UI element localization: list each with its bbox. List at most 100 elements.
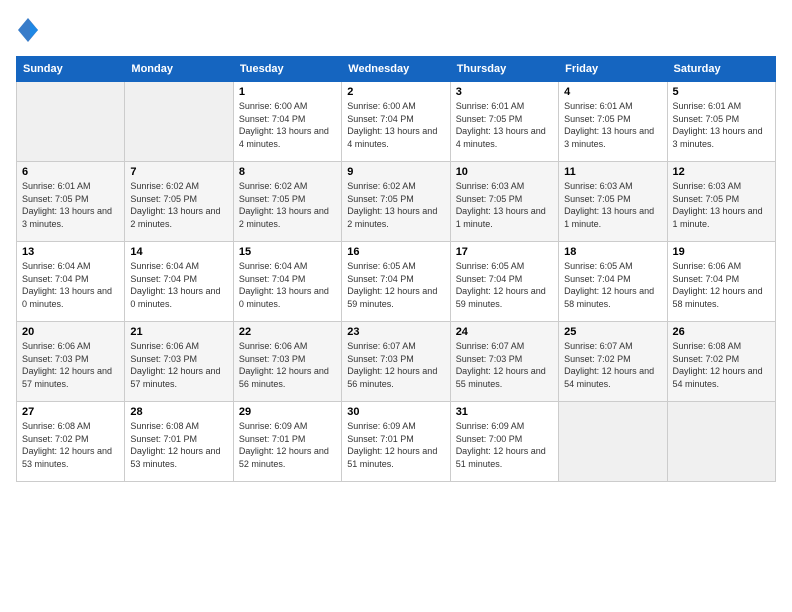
day-info: Sunrise: 6:09 AMSunset: 7:01 PMDaylight:… bbox=[239, 420, 336, 470]
weekday-header-saturday: Saturday bbox=[667, 57, 775, 82]
day-info: Sunrise: 6:01 AMSunset: 7:05 PMDaylight:… bbox=[564, 100, 661, 150]
day-number: 10 bbox=[456, 166, 553, 178]
calendar-cell: 4 Sunrise: 6:01 AMSunset: 7:05 PMDaylight… bbox=[559, 82, 667, 162]
calendar-cell: 5 Sunrise: 6:01 AMSunset: 7:05 PMDaylight… bbox=[667, 82, 775, 162]
day-info: Sunrise: 6:08 AMSunset: 7:02 PMDaylight:… bbox=[22, 420, 119, 470]
day-number: 4 bbox=[564, 86, 661, 98]
calendar-cell: 9Sunrise: 6:02 AMSunset: 7:05 PMDaylight… bbox=[342, 162, 450, 242]
day-info: Sunrise: 6:08 AMSunset: 7:02 PMDaylight:… bbox=[673, 340, 770, 390]
day-number: 24 bbox=[456, 326, 553, 338]
calendar-cell: 3Sunrise: 6:01 AMSunset: 7:05 PMDaylight… bbox=[450, 82, 558, 162]
day-number: 14 bbox=[130, 246, 227, 258]
day-info: Sunrise: 6:04 AMSunset: 7:04 PMDaylight:… bbox=[22, 260, 119, 310]
calendar-cell: 15 Sunrise: 6:04 AMSunset: 7:04 PMDayligh… bbox=[233, 242, 341, 322]
calendar-cell bbox=[667, 402, 775, 482]
weekday-header-wednesday: Wednesday bbox=[342, 57, 450, 82]
calendar-cell: 11Sunrise: 6:03 AMSunset: 7:05 PMDayligh… bbox=[559, 162, 667, 242]
day-info: Sunrise: 6:02 AMSunset: 7:05 PMDaylight:… bbox=[347, 180, 444, 230]
day-number: 11 bbox=[564, 166, 661, 178]
calendar-week-1: 1 Sunrise: 6:00 AMSunset: 7:04 PMDaylight… bbox=[17, 82, 776, 162]
calendar-cell: 18 Sunrise: 6:05 AMSunset: 7:04 PMDayligh… bbox=[559, 242, 667, 322]
day-number: 13 bbox=[22, 246, 119, 258]
calendar-cell: 23 Sunrise: 6:07 AMSunset: 7:03 PMDayligh… bbox=[342, 322, 450, 402]
calendar-cell bbox=[559, 402, 667, 482]
day-number: 2 bbox=[347, 86, 444, 98]
calendar-cell: 27 Sunrise: 6:08 AMSunset: 7:02 PMDayligh… bbox=[17, 402, 125, 482]
calendar-cell: 2 Sunrise: 6:00 AMSunset: 7:04 PMDaylight… bbox=[342, 82, 450, 162]
calendar-cell bbox=[17, 82, 125, 162]
calendar-cell: 1Sunrise: 6:00 AMSunset: 7:04 PMDaylight… bbox=[233, 82, 341, 162]
calendar-cell: 31 Sunrise: 6:09 AMSunset: 7:00 PMDayligh… bbox=[450, 402, 558, 482]
day-number: 7 bbox=[130, 166, 227, 178]
calendar-week-3: 13 Sunrise: 6:04 AMSunset: 7:04 PMDayligh… bbox=[17, 242, 776, 322]
day-number: 22 bbox=[239, 326, 336, 338]
day-info: Sunrise: 6:09 AMSunset: 7:01 PMDaylight:… bbox=[347, 420, 444, 470]
calendar-cell: 28 Sunrise: 6:08 AMSunset: 7:01 PMDayligh… bbox=[125, 402, 233, 482]
day-number: 25 bbox=[564, 326, 661, 338]
day-info: Sunrise: 6:05 AMSunset: 7:04 PMDaylight:… bbox=[564, 260, 661, 310]
calendar-cell: 12 Sunrise: 6:03 AMSunset: 7:05 PMDayligh… bbox=[667, 162, 775, 242]
day-info: Sunrise: 6:05 AMSunset: 7:04 PMDaylight:… bbox=[347, 260, 444, 310]
calendar-header: SundayMondayTuesdayWednesdayThursdayFrid… bbox=[17, 57, 776, 82]
day-info: Sunrise: 6:04 AMSunset: 7:04 PMDaylight:… bbox=[130, 260, 227, 310]
day-info: Sunrise: 6:03 AMSunset: 7:05 PMDaylight:… bbox=[673, 180, 770, 230]
day-info: Sunrise: 6:09 AMSunset: 7:00 PMDaylight:… bbox=[456, 420, 553, 470]
day-number: 3 bbox=[456, 86, 553, 98]
calendar-cell: 29 Sunrise: 6:09 AMSunset: 7:01 PMDayligh… bbox=[233, 402, 341, 482]
day-number: 12 bbox=[673, 166, 770, 178]
logo-icon bbox=[16, 16, 40, 44]
calendar-cell: 14 Sunrise: 6:04 AMSunset: 7:04 PMDayligh… bbox=[125, 242, 233, 322]
calendar-cell: 24Sunrise: 6:07 AMSunset: 7:03 PMDayligh… bbox=[450, 322, 558, 402]
weekday-header-monday: Monday bbox=[125, 57, 233, 82]
day-info: Sunrise: 6:08 AMSunset: 7:01 PMDaylight:… bbox=[130, 420, 227, 470]
day-number: 27 bbox=[22, 406, 119, 418]
day-number: 8 bbox=[239, 166, 336, 178]
day-number: 5 bbox=[673, 86, 770, 98]
day-number: 26 bbox=[673, 326, 770, 338]
calendar-cell: 30 Sunrise: 6:09 AMSunset: 7:01 PMDayligh… bbox=[342, 402, 450, 482]
day-number: 15 bbox=[239, 246, 336, 258]
calendar-cell: 8 Sunrise: 6:02 AMSunset: 7:05 PMDaylight… bbox=[233, 162, 341, 242]
day-info: Sunrise: 6:06 AMSunset: 7:03 PMDaylight:… bbox=[22, 340, 119, 390]
day-number: 30 bbox=[347, 406, 444, 418]
day-info: Sunrise: 6:05 AMSunset: 7:04 PMDaylight:… bbox=[456, 260, 553, 310]
day-number: 19 bbox=[673, 246, 770, 258]
calendar-cell: 22 Sunrise: 6:06 AMSunset: 7:03 PMDayligh… bbox=[233, 322, 341, 402]
day-info: Sunrise: 6:06 AMSunset: 7:04 PMDaylight:… bbox=[673, 260, 770, 310]
calendar-cell: 16 Sunrise: 6:05 AMSunset: 7:04 PMDayligh… bbox=[342, 242, 450, 322]
calendar-cell: 10 Sunrise: 6:03 AMSunset: 7:05 PMDayligh… bbox=[450, 162, 558, 242]
day-number: 20 bbox=[22, 326, 119, 338]
day-number: 21 bbox=[130, 326, 227, 338]
day-number: 23 bbox=[347, 326, 444, 338]
day-number: 16 bbox=[347, 246, 444, 258]
calendar-cell: 17Sunrise: 6:05 AMSunset: 7:04 PMDayligh… bbox=[450, 242, 558, 322]
calendar-cell: 6Sunrise: 6:01 AMSunset: 7:05 PMDaylight… bbox=[17, 162, 125, 242]
weekday-header-friday: Friday bbox=[559, 57, 667, 82]
calendar-cell: 13 Sunrise: 6:04 AMSunset: 7:04 PMDayligh… bbox=[17, 242, 125, 322]
day-number: 31 bbox=[456, 406, 553, 418]
calendar-cell: 25 Sunrise: 6:07 AMSunset: 7:02 PMDayligh… bbox=[559, 322, 667, 402]
weekday-header-sunday: Sunday bbox=[17, 57, 125, 82]
day-info: Sunrise: 6:04 AMSunset: 7:04 PMDaylight:… bbox=[239, 260, 336, 310]
calendar-cell bbox=[125, 82, 233, 162]
logo bbox=[16, 16, 44, 44]
day-number: 18 bbox=[564, 246, 661, 258]
calendar-week-2: 6Sunrise: 6:01 AMSunset: 7:05 PMDaylight… bbox=[17, 162, 776, 242]
day-info: Sunrise: 6:02 AMSunset: 7:05 PMDaylight:… bbox=[130, 180, 227, 230]
calendar-week-4: 20 Sunrise: 6:06 AMSunset: 7:03 PMDayligh… bbox=[17, 322, 776, 402]
day-number: 29 bbox=[239, 406, 336, 418]
day-info: Sunrise: 6:07 AMSunset: 7:03 PMDaylight:… bbox=[347, 340, 444, 390]
day-info: Sunrise: 6:01 AMSunset: 7:05 PMDaylight:… bbox=[673, 100, 770, 150]
calendar-week-5: 27 Sunrise: 6:08 AMSunset: 7:02 PMDayligh… bbox=[17, 402, 776, 482]
page-header bbox=[16, 16, 776, 44]
day-info: Sunrise: 6:00 AMSunset: 7:04 PMDaylight:… bbox=[347, 100, 444, 150]
calendar-cell: 26 Sunrise: 6:08 AMSunset: 7:02 PMDayligh… bbox=[667, 322, 775, 402]
day-info: Sunrise: 6:06 AMSunset: 7:03 PMDaylight:… bbox=[239, 340, 336, 390]
day-number: 28 bbox=[130, 406, 227, 418]
day-info: Sunrise: 6:07 AMSunset: 7:02 PMDaylight:… bbox=[564, 340, 661, 390]
day-number: 6 bbox=[22, 166, 119, 178]
day-number: 1 bbox=[239, 86, 336, 98]
day-info: Sunrise: 6:03 AMSunset: 7:05 PMDaylight:… bbox=[456, 180, 553, 230]
weekday-header-thursday: Thursday bbox=[450, 57, 558, 82]
day-info: Sunrise: 6:02 AMSunset: 7:05 PMDaylight:… bbox=[239, 180, 336, 230]
